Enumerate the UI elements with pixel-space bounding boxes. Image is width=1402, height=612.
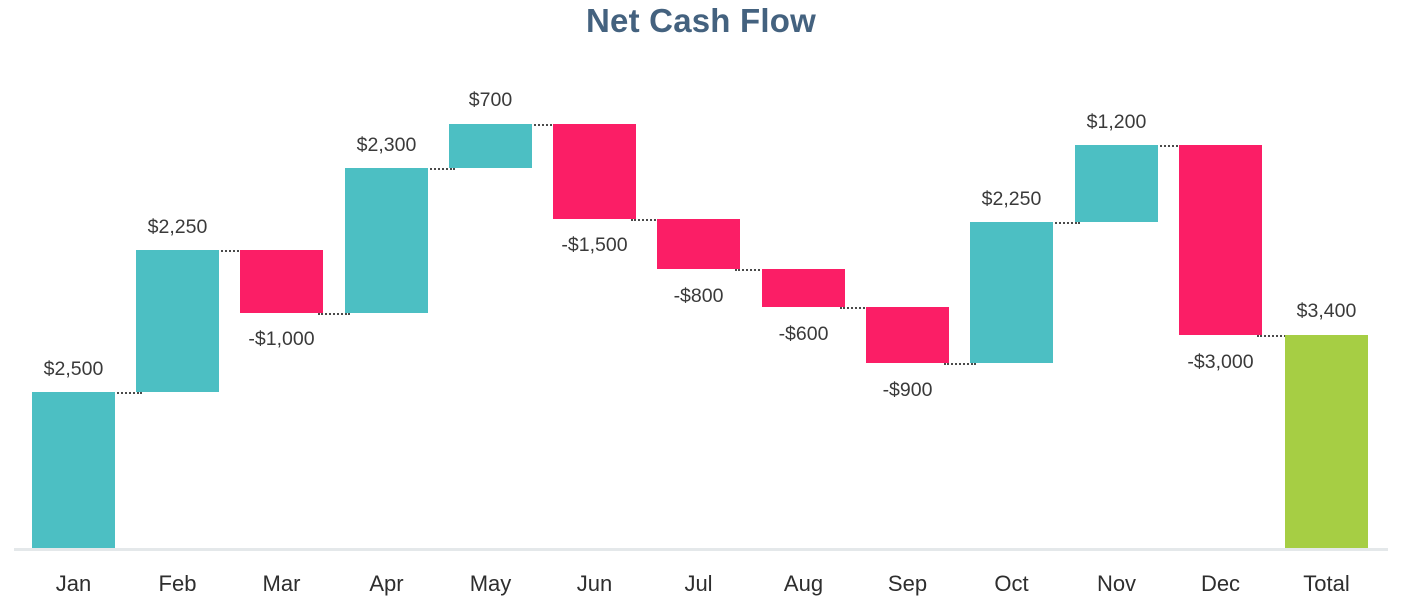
connector-line: [318, 313, 350, 315]
value-label-feb: $2,250: [147, 216, 208, 238]
value-label-mar: -$1,000: [248, 328, 315, 350]
bar-nov[interactable]: [1075, 145, 1158, 222]
category-label-total: Total: [1303, 571, 1350, 596]
value-label-dec: -$3,000: [1187, 351, 1254, 373]
category-label-nov: Nov: [1096, 571, 1137, 596]
connector-line: [944, 363, 976, 365]
value-label-sep: -$900: [882, 379, 933, 401]
plot-area: $2,500 $2,250 -$1,000 $2,300 $700 -$1,500 -$80…: [0, 0, 1402, 612]
value-label-nov: $1,200: [1086, 111, 1147, 133]
category-label-sep: Sep: [887, 571, 928, 596]
bar-sep[interactable]: [866, 307, 949, 363]
category-label-oct: Oct: [994, 571, 1029, 596]
category-label-jul: Jul: [684, 571, 713, 596]
bar-apr[interactable]: [345, 168, 428, 313]
bar-aug[interactable]: [762, 269, 845, 307]
value-label-may: $700: [468, 89, 513, 111]
value-label-aug: -$600: [778, 323, 829, 345]
category-label-jan: Jan: [55, 571, 92, 596]
bar-jun[interactable]: [553, 124, 636, 219]
bar-dec[interactable]: [1179, 145, 1262, 335]
bar-feb[interactable]: [136, 250, 219, 392]
bar-jul[interactable]: [657, 219, 740, 269]
value-label-apr: $2,300: [356, 134, 417, 156]
category-label-jun: Jun: [576, 571, 613, 596]
axis-baseline: [14, 548, 1388, 551]
bar-total[interactable]: [1285, 335, 1368, 548]
category-label-aug: Aug: [783, 571, 824, 596]
value-label-jul: -$800: [673, 285, 724, 307]
bar-mar[interactable]: [240, 250, 323, 313]
category-label-apr: Apr: [369, 571, 404, 596]
category-label-may: May: [469, 571, 512, 596]
bar-oct[interactable]: [970, 222, 1053, 363]
category-label-feb: Feb: [158, 571, 197, 596]
value-label-jan: $2,500: [43, 358, 104, 380]
bar-may[interactable]: [449, 124, 532, 168]
waterfall-chart: Net Cash Flow $2,500 $2,250 -$1,000 $2,300 $…: [0, 0, 1402, 612]
bar-jan[interactable]: [32, 392, 115, 548]
value-label-jun: -$1,500: [561, 234, 628, 256]
category-label-dec: Dec: [1200, 571, 1241, 596]
value-label-oct: $2,250: [981, 188, 1042, 210]
value-label-total: $3,400: [1296, 300, 1357, 322]
category-label-mar: Mar: [262, 571, 301, 596]
